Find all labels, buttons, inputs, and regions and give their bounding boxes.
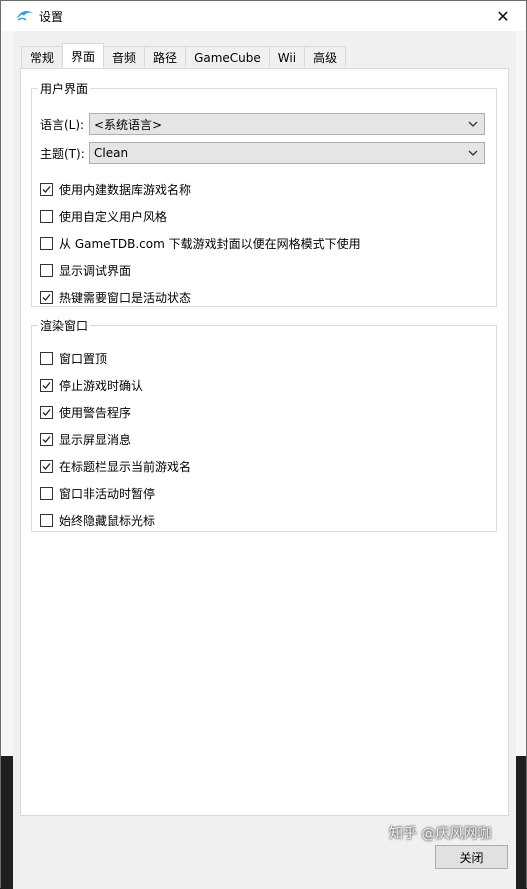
checkbox-label: 停止游戏时确认 [59, 379, 144, 393]
checkbox-unchecked-icon[interactable] [40, 514, 53, 527]
checkbox-keep-on-top[interactable]: 窗口置顶 [40, 350, 107, 367]
chevron-down-icon [467, 118, 479, 130]
tab-label: 音频 [112, 51, 137, 65]
title-bar: 设置 ✕ [1, 1, 526, 31]
tab-gamecube[interactable]: GameCube [185, 46, 270, 68]
checkbox-download-covers[interactable]: 从 GameTDB.com 下载游戏封面以便在网格模式下使用 [40, 235, 361, 252]
checkbox-label: 窗口置顶 [59, 352, 108, 366]
checkbox-checked-icon[interactable] [40, 183, 53, 196]
checkbox-unchecked-icon[interactable] [40, 487, 53, 500]
checkbox-label: 显示屏显消息 [59, 433, 132, 447]
checkbox-unchecked-icon[interactable] [40, 264, 53, 277]
checkbox-label: 在标题栏显示当前游戏名 [59, 460, 192, 474]
tab-label: Wii [277, 50, 297, 65]
checkbox-custom-user-style[interactable]: 使用自定义用户风格 [40, 208, 167, 225]
interface-panel: 用户界面 语言(L): <系统语言> 主题(T): Clean 使用内建数据库游… [20, 68, 509, 816]
checkbox-use-panic-handlers[interactable]: 使用警告程序 [40, 404, 131, 421]
theme-value: Clean [94, 146, 129, 160]
checkbox-label: 使用内建数据库游戏名称 [59, 183, 192, 197]
user-interface-group: 用户界面 语言(L): <系统语言> 主题(T): Clean 使用内建数据库游… [31, 80, 497, 307]
tab-wii[interactable]: Wii [268, 46, 306, 68]
background-strip-left [1, 31, 13, 756]
checkbox-unchecked-icon[interactable] [40, 210, 53, 223]
close-icon: ✕ [496, 6, 510, 26]
checkbox-label: 始终隐藏鼠标光标 [59, 514, 156, 528]
checkbox-label: 使用警告程序 [59, 406, 132, 420]
tab-bar: 常规 界面 音频 路径 GameCube Wii 高级 [21, 43, 347, 68]
language-value: <系统语言> [94, 117, 163, 132]
tab-paths[interactable]: 路径 [144, 46, 187, 68]
checkbox-label: 窗口非活动时暂停 [59, 487, 156, 501]
window-title: 设置 [39, 10, 64, 24]
tab-label: 常规 [30, 51, 55, 65]
chevron-down-icon [467, 147, 479, 159]
checkbox-checked-icon[interactable] [40, 406, 53, 419]
checkbox-always-hide-cursor[interactable]: 始终隐藏鼠标光标 [40, 512, 155, 529]
tab-label: 界面 [71, 49, 96, 64]
checkbox-label: 显示调试界面 [59, 264, 132, 278]
checkbox-checked-icon[interactable] [40, 291, 53, 304]
checkbox-show-osd-messages[interactable]: 显示屏显消息 [40, 431, 131, 448]
close-window-button[interactable]: ✕ [480, 1, 526, 31]
group-legend: 渲染窗口 [40, 319, 89, 333]
render-window-group: 渲染窗口 窗口置顶 停止游戏时确认 使用警告程序 显示屏显消息 在标题栏显示当前… [31, 317, 497, 532]
checkbox-title-shows-game[interactable]: 在标题栏显示当前游戏名 [40, 458, 191, 475]
checkbox-hotkeys-require-focus[interactable]: 热键需要窗口是活动状态 [40, 289, 191, 306]
language-label: 语言(L): [40, 118, 85, 132]
tab-label: 路径 [153, 51, 178, 65]
dialog-content: 常规 界面 音频 路径 GameCube Wii 高级 用户界面 语言(L): … [13, 31, 516, 889]
checkbox-label: 从 GameTDB.com 下载游戏封面以便在网格模式下使用 [59, 237, 361, 251]
tab-general[interactable]: 常规 [21, 46, 64, 68]
checkbox-use-builtin-db-names[interactable]: 使用内建数据库游戏名称 [40, 181, 191, 198]
close-button-label: 关闭 [459, 850, 484, 865]
checkbox-pause-on-focus-lost[interactable]: 窗口非活动时暂停 [40, 485, 155, 502]
watermark: 知乎 @庆风网咖 [389, 826, 492, 842]
tab-label: 高级 [313, 51, 338, 65]
tab-interface[interactable]: 界面 [62, 43, 105, 68]
tab-audio[interactable]: 音频 [103, 46, 146, 68]
checkbox-label: 热键需要窗口是活动状态 [59, 291, 192, 305]
checkbox-checked-icon[interactable] [40, 379, 53, 392]
checkbox-unchecked-icon[interactable] [40, 237, 53, 250]
theme-select[interactable]: Clean [89, 142, 485, 164]
background-dark-left [1, 756, 13, 889]
dolphin-icon [16, 9, 34, 23]
language-select[interactable]: <系统语言> [89, 113, 485, 135]
checkbox-confirm-on-stop[interactable]: 停止游戏时确认 [40, 377, 143, 394]
close-button[interactable]: 关闭 [435, 845, 508, 869]
checkbox-checked-icon[interactable] [40, 460, 53, 473]
checkbox-label: 使用自定义用户风格 [59, 210, 168, 224]
tab-label: GameCube [194, 50, 261, 65]
checkbox-checked-icon[interactable] [40, 433, 53, 446]
settings-window: 设置 ✕ 常规 界面 音频 路径 GameCube Wii 高级 用户界面 语言… [0, 0, 527, 889]
group-legend: 用户界面 [40, 82, 89, 96]
tab-advanced[interactable]: 高级 [304, 46, 347, 68]
theme-label: 主题(T): [40, 147, 85, 161]
checkbox-unchecked-icon[interactable] [40, 352, 53, 365]
checkbox-show-debug-ui[interactable]: 显示调试界面 [40, 262, 131, 279]
